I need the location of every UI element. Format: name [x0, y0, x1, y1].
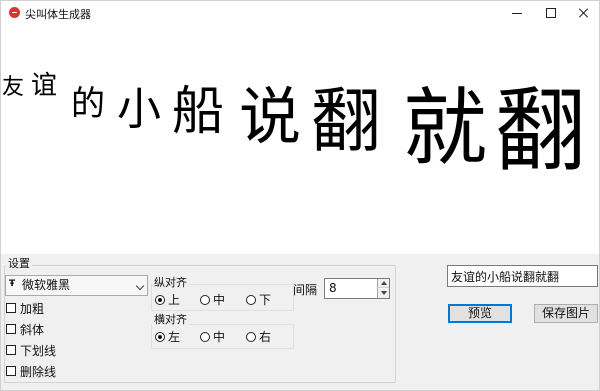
minimize-icon — [512, 12, 522, 14]
title-bar: 尖叫体生成器 — [1, 1, 599, 25]
spacing-value[interactable]: 8 — [329, 281, 337, 295]
bold-label: 加粗 — [20, 301, 45, 316]
spacing-decrement-button[interactable] — [377, 288, 389, 298]
strikethrough-label: 删除线 — [20, 364, 57, 379]
preview-character: 说 — [239, 80, 302, 153]
font-family-select[interactable]: Ŧ 微软雅黑 — [5, 275, 148, 296]
chevron-up-icon — [381, 281, 387, 285]
vertical-align-bottom-radio[interactable] — [246, 294, 256, 305]
vertical-align-middle-radio[interactable] — [200, 294, 210, 305]
settings-panel: 设置 Ŧ 微软雅黑 加粗 斜体 下划线 删除线 纵对齐 上 中 下 横对齐 左 … — [1, 254, 599, 390]
underline-label: 下划线 — [20, 343, 57, 358]
settings-group-label: 设置 — [6, 257, 32, 270]
preview-character: 友 — [2, 75, 25, 100]
vertical-align-bottom-label: 下 — [259, 293, 272, 307]
maximize-icon — [546, 8, 556, 18]
underline-checkbox[interactable] — [6, 345, 16, 355]
app-icon — [9, 7, 20, 18]
vertical-align-label: 纵对齐 — [152, 276, 189, 289]
preview-button[interactable]: 预览 — [448, 304, 512, 323]
italic-checkbox[interactable] — [6, 324, 16, 334]
spacing-spinner[interactable]: 8 — [324, 278, 390, 299]
maximize-button[interactable] — [534, 1, 568, 25]
horizontal-align-center-option[interactable]: 中 — [200, 329, 225, 344]
window-title: 尖叫体生成器 — [25, 8, 91, 21]
font-icon: Ŧ — [9, 279, 16, 289]
horizontal-align-center-label: 中 — [213, 330, 226, 344]
strikethrough-checkbox[interactable] — [6, 366, 16, 376]
horizontal-align-left-radio[interactable] — [155, 331, 165, 342]
preview-character: 船 — [172, 82, 225, 142]
horizontal-align-label: 横对齐 — [152, 313, 189, 326]
vertical-align-middle-option[interactable]: 中 — [200, 292, 225, 307]
bold-checkbox-row[interactable]: 加粗 — [6, 300, 44, 316]
horizontal-align-left-option[interactable]: 左 — [155, 329, 180, 344]
vertical-align-top-radio[interactable] — [155, 294, 165, 305]
preview-character: 的 — [71, 84, 105, 124]
scream-text-preview: 友 谊 的 小 船 说 翻 就 翻 — [1, 25, 599, 254]
scream-text-input[interactable]: 友谊的小船说翻就翻 — [447, 265, 598, 287]
spacing-label: 间隔 — [293, 283, 318, 297]
chevron-down-icon — [381, 291, 387, 295]
vertical-align-bottom-option[interactable]: 下 — [246, 292, 271, 307]
preview-character: 翻 — [495, 79, 587, 184]
bold-checkbox[interactable] — [6, 303, 16, 313]
underline-checkbox-row[interactable]: 下划线 — [6, 342, 56, 358]
italic-checkbox-row[interactable]: 斜体 — [6, 321, 44, 337]
save-image-button[interactable]: 保存图片 — [534, 304, 598, 323]
horizontal-align-right-radio[interactable] — [246, 331, 256, 342]
italic-label: 斜体 — [20, 322, 45, 337]
preview-character: 就 — [403, 79, 488, 177]
strikethrough-checkbox-row[interactable]: 删除线 — [6, 363, 56, 379]
horizontal-align-right-label: 右 — [259, 330, 272, 344]
horizontal-align-center-radio[interactable] — [200, 331, 210, 342]
chevron-down-icon — [135, 281, 145, 291]
vertical-align-top-label: 上 — [168, 293, 181, 307]
app-window: 尖叫体生成器 友 谊 的 小 船 说 翻 就 翻 设置 Ŧ 微软雅黑 加粗 斜体… — [0, 0, 600, 391]
close-icon — [579, 8, 589, 18]
preview-character: 谊 — [31, 71, 58, 101]
spacing-increment-button[interactable] — [377, 279, 389, 288]
font-family-value: 微软雅黑 — [22, 278, 71, 292]
preview-character: 翻 — [311, 80, 381, 162]
preview-character: 小 — [117, 84, 161, 135]
horizontal-align-left-label: 左 — [168, 330, 181, 344]
vertical-align-middle-label: 中 — [213, 293, 226, 307]
minimize-button[interactable] — [500, 1, 534, 25]
vertical-align-top-option[interactable]: 上 — [155, 292, 180, 307]
close-button[interactable] — [567, 1, 599, 25]
horizontal-align-right-option[interactable]: 右 — [246, 329, 271, 344]
